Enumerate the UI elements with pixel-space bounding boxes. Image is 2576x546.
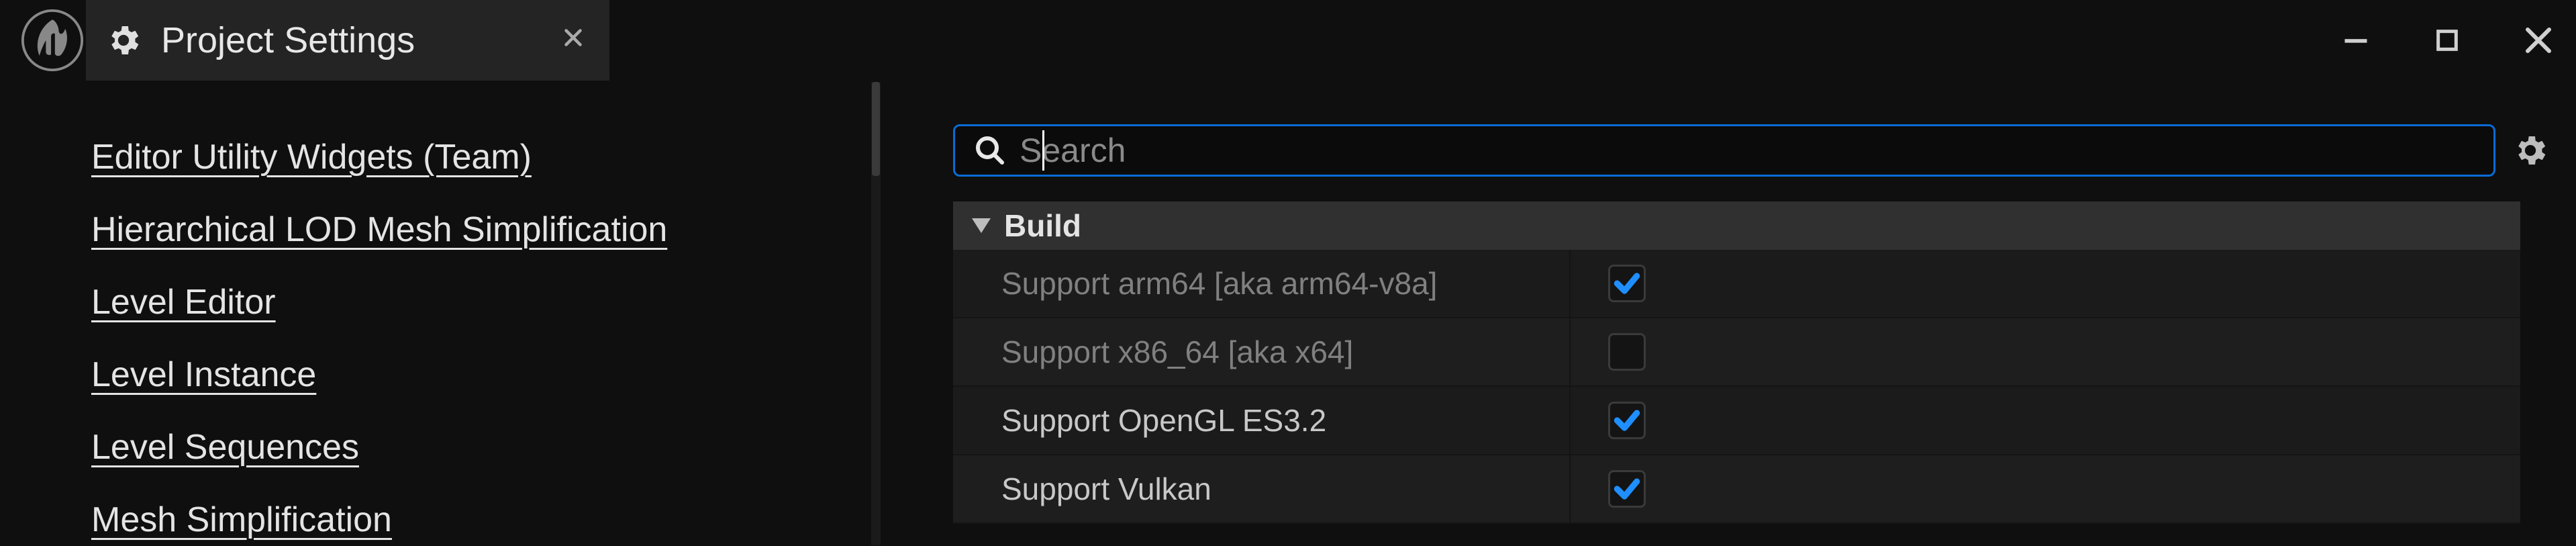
sidebar-item-level-sequences[interactable]: Level Sequences <box>91 411 859 484</box>
titlebar: Project Settings <box>0 0 2576 81</box>
window-minimize-button[interactable] <box>2337 21 2375 59</box>
property-label: Support x86_64 [aka x64] <box>953 318 1571 385</box>
checkbox[interactable] <box>1608 470 1646 508</box>
unreal-logo-icon <box>20 8 85 73</box>
property-value <box>1571 333 2520 371</box>
sidebar-scrollbar-thumb[interactable] <box>872 82 880 176</box>
tab-project-settings[interactable]: Project Settings <box>86 0 609 81</box>
text-caret <box>1042 130 1044 171</box>
property-value <box>1571 265 2520 302</box>
checkbox[interactable] <box>1608 265 1646 302</box>
property-label: Support Vulkan <box>953 455 1571 522</box>
property-label: Support OpenGL ES3.2 <box>953 387 1571 454</box>
checkbox[interactable] <box>1608 333 1646 371</box>
search-icon <box>974 134 1006 167</box>
sidebar-scrollbar[interactable] <box>871 82 881 545</box>
tab-title: Project Settings <box>161 19 542 61</box>
property-row: Support OpenGL ES3.2 <box>953 387 2520 455</box>
search-row <box>953 121 2549 180</box>
sidebar-item-hierarchical-lod[interactable]: Hierarchical LOD Mesh Simplification <box>91 193 859 266</box>
sidebar: Editor Utility Widgets (Team) Hierarchic… <box>0 121 859 546</box>
checkbox[interactable] <box>1608 402 1646 439</box>
property-row: Support Vulkan <box>953 455 2520 524</box>
main-panel: Build Support arm64 [aka arm64-v8a]Suppo… <box>953 121 2549 546</box>
section-header-build[interactable]: Build <box>953 201 2520 250</box>
window-close-button[interactable] <box>2520 21 2557 59</box>
sidebar-item-mesh-simplification[interactable]: Mesh Simplification <box>91 484 859 546</box>
chevron-down-icon <box>972 218 991 233</box>
gear-icon <box>105 21 142 59</box>
section-title: Build <box>1004 208 1081 244</box>
search-settings-button[interactable] <box>2512 132 2549 169</box>
search-box[interactable] <box>953 124 2495 177</box>
property-label: Support arm64 [aka arm64-v8a] <box>953 250 1571 317</box>
window-maximize-button[interactable] <box>2428 21 2466 59</box>
sidebar-item-level-editor[interactable]: Level Editor <box>91 266 859 338</box>
property-value <box>1571 402 2520 439</box>
sidebar-item-level-instance[interactable]: Level Instance <box>91 338 859 411</box>
property-rows: Support arm64 [aka arm64-v8a]Support x86… <box>953 250 2549 524</box>
property-row: Support x86_64 [aka x64] <box>953 318 2520 387</box>
property-row: Support arm64 [aka arm64-v8a] <box>953 250 2520 318</box>
property-value <box>1571 470 2520 508</box>
tab-close-button[interactable] <box>561 24 585 56</box>
window-controls <box>2337 0 2557 81</box>
search-input[interactable] <box>1020 131 2475 170</box>
sidebar-item-editor-utility-widgets[interactable]: Editor Utility Widgets (Team) <box>91 121 859 193</box>
